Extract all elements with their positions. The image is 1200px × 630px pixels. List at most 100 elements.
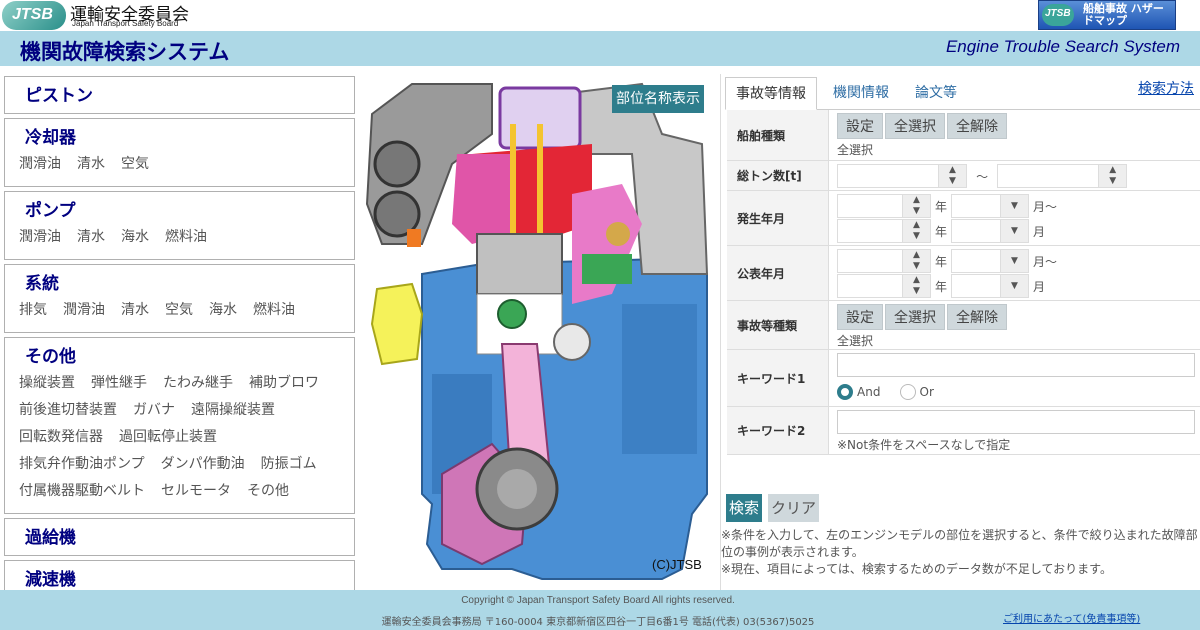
category-item[interactable]: 燃料油 bbox=[165, 224, 207, 251]
ship-type-clear-all-button[interactable]: 全解除 bbox=[947, 113, 1007, 139]
clear-button[interactable]: クリア bbox=[768, 494, 820, 522]
category-title[interactable]: ポンプ bbox=[5, 192, 354, 221]
spinner-arrows-icon[interactable]: ▲ ▼ bbox=[902, 220, 930, 242]
published-from-year-input[interactable]: ▲ ▼ bbox=[837, 249, 931, 273]
category-item[interactable]: 操縦装置 bbox=[19, 370, 75, 397]
category-item[interactable]: 燃料油 bbox=[253, 297, 295, 324]
occurred-to-year-input[interactable]: ▲ ▼ bbox=[837, 219, 931, 243]
category-item[interactable]: 遠隔操縦装置 bbox=[191, 397, 275, 424]
accident-type-clear-all-button[interactable]: 全解除 bbox=[947, 304, 1007, 330]
jtsb-emblem-icon: JTSB bbox=[2, 1, 66, 30]
category-item[interactable]: ダンパ作動油 bbox=[161, 451, 245, 478]
cooler[interactable] bbox=[370, 282, 424, 366]
category-item[interactable]: 海水 bbox=[121, 224, 149, 251]
category-item[interactable]: 過回転停止装置 bbox=[119, 424, 217, 451]
spinner-arrows-icon[interactable]: ▲ ▼ bbox=[902, 250, 930, 272]
category-title[interactable]: 過給機 bbox=[5, 519, 354, 548]
category-item[interactable]: 回転数発信器 bbox=[19, 424, 103, 451]
category-item[interactable]: セルモータ bbox=[161, 478, 231, 505]
category-item[interactable]: 海水 bbox=[209, 297, 237, 324]
category-item[interactable]: 清水 bbox=[77, 151, 105, 178]
and-radio[interactable] bbox=[837, 383, 853, 400]
orange-fitting bbox=[407, 229, 421, 247]
hazard-map-banner[interactable]: JTSB 船舶事故 ハザードマップ bbox=[1038, 0, 1176, 30]
category-item[interactable]: 補助ブロワ bbox=[249, 370, 319, 397]
category-item[interactable]: 清水 bbox=[121, 297, 149, 324]
category-item[interactable]: ガバナ bbox=[133, 397, 175, 424]
piston[interactable] bbox=[476, 233, 563, 295]
category-item[interactable]: 排気弁作動油ポンプ bbox=[19, 451, 145, 478]
timing-gear[interactable] bbox=[553, 323, 591, 361]
search-button[interactable]: 検索 bbox=[726, 494, 763, 522]
tonnage-row: 総トン数[t] ▲ ▼ ～ ▲ ▼ bbox=[727, 161, 1200, 191]
camshaft[interactable] bbox=[497, 299, 527, 329]
spinner-arrows-icon[interactable]: ▲ ▼ bbox=[902, 195, 930, 217]
occurred-from-year-input[interactable]: ▲ ▼ bbox=[837, 194, 931, 218]
category-item[interactable]: 潤滑油 bbox=[63, 297, 105, 324]
category-item[interactable]: 排気 bbox=[19, 297, 47, 324]
category-title[interactable]: 冷却器 bbox=[5, 119, 354, 148]
published-to-month-select[interactable]: ▼ bbox=[951, 274, 1030, 298]
category-item[interactable]: 潤滑油 bbox=[19, 224, 61, 251]
category-item[interactable]: 弾性継手 bbox=[91, 370, 147, 397]
page-title: 機関故障検索システム bbox=[20, 40, 230, 64]
spinner-arrows-icon[interactable]: ▲ ▼ bbox=[1098, 165, 1127, 187]
spinner-arrows-icon[interactable]: ▲ ▼ bbox=[902, 275, 930, 297]
tab-accident-info[interactable]: 事故等情報 bbox=[725, 77, 817, 110]
category-item[interactable]: 付属機器駆動ベルト bbox=[19, 478, 145, 505]
spinner-arrows-icon[interactable]: ▲ ▼ bbox=[938, 165, 966, 187]
search-help-link[interactable]: 検索方法 bbox=[1138, 78, 1194, 98]
usage-notes: ※条件を入力して、左のエンジンモデルの部位を選択すると、条件で絞り込まれた故障部… bbox=[721, 527, 1200, 578]
ship-type-set-button[interactable]: 設定 bbox=[837, 113, 883, 139]
engine-model[interactable]: 部位名称表示 (C)JTSB bbox=[362, 74, 714, 586]
search-panel: 事故等情報 機関情報 論文等 検索方法 船舶種類 設定 全選択 全解除 全選択 総ト… bbox=[720, 74, 1200, 590]
category-title[interactable]: 減速機 bbox=[5, 561, 354, 590]
occurred-date-row: 発生年月 ▲ ▼ 年 ▼ 月～ ▲ ▼ 年 ▼ 月 bbox=[727, 191, 1200, 246]
year-unit: 年 bbox=[935, 224, 948, 239]
image-copyright: (C)JTSB bbox=[652, 557, 702, 572]
occurred-to-month-select[interactable]: ▼ bbox=[951, 219, 1030, 243]
ship-type-select-all-button[interactable]: 全選択 bbox=[885, 113, 945, 139]
logo-english-name: Japan Transport Safety Board bbox=[72, 19, 179, 28]
category-item[interactable]: 前後進切替装置 bbox=[19, 397, 117, 424]
category-item[interactable]: 空気 bbox=[121, 151, 149, 178]
tab-engine-info[interactable]: 機関情報 bbox=[823, 77, 899, 110]
or-radio[interactable] bbox=[899, 383, 916, 400]
category-title[interactable]: ピストン bbox=[5, 77, 354, 106]
year-unit: 年 bbox=[935, 279, 948, 294]
tab-papers[interactable]: 論文等 bbox=[905, 77, 967, 110]
category-item[interactable]: 清水 bbox=[77, 224, 105, 251]
tonnage-min-input[interactable]: ▲ ▼ bbox=[837, 164, 967, 188]
valve-stem bbox=[537, 124, 543, 234]
keyword1-input[interactable] bbox=[837, 353, 1195, 377]
fuel-injector-part bbox=[606, 222, 630, 246]
hazard-map-label: 船舶事故 ハザードマップ bbox=[1083, 2, 1164, 27]
head-section bbox=[452, 154, 512, 244]
category-title[interactable]: 系統 bbox=[5, 265, 354, 294]
disclaimer-link[interactable]: ご利用にあたって(免責事項等) bbox=[1003, 610, 1140, 625]
jtsb-logo[interactable]: JTSB 運輸安全委員会 Japan Transport Safety Boar… bbox=[2, 1, 192, 30]
month-from-unit: 月～ bbox=[1033, 199, 1058, 214]
chevron-down-icon: ▼ bbox=[1000, 195, 1029, 217]
crankpin bbox=[497, 469, 537, 509]
published-to-year-input[interactable]: ▲ ▼ bbox=[837, 274, 931, 298]
category-item[interactable]: 防振ゴム bbox=[261, 451, 317, 478]
category-title[interactable]: その他 bbox=[5, 338, 354, 367]
category-item[interactable]: その他 bbox=[247, 478, 289, 505]
and-radio-label: And bbox=[857, 384, 881, 399]
tonnage-max-input[interactable]: ▲ ▼ bbox=[997, 164, 1128, 188]
category-item[interactable]: 潤滑油 bbox=[19, 151, 61, 178]
category-item[interactable]: たわみ継手 bbox=[163, 370, 233, 397]
accident-type-select-all-button[interactable]: 全選択 bbox=[885, 304, 945, 330]
keyword2-input[interactable] bbox=[837, 410, 1195, 434]
accident-type-set-button[interactable]: 設定 bbox=[837, 304, 883, 330]
tonnage-label: 総トン数[t] bbox=[727, 161, 829, 190]
parts-name-toggle-button[interactable]: 部位名称表示 bbox=[612, 85, 704, 113]
category-item[interactable]: 空気 bbox=[165, 297, 193, 324]
usage-note: ※条件を入力して、左のエンジンモデルの部位を選択すると、条件で絞り込まれた故障部… bbox=[721, 528, 1198, 559]
published-from-month-select[interactable]: ▼ bbox=[951, 249, 1030, 273]
jtsb-emblem-icon: JTSB bbox=[1042, 4, 1074, 26]
engine-cutaway-illustration[interactable] bbox=[362, 74, 714, 586]
month-unit: 月 bbox=[1033, 279, 1046, 294]
occurred-from-month-select[interactable]: ▼ bbox=[951, 194, 1030, 218]
